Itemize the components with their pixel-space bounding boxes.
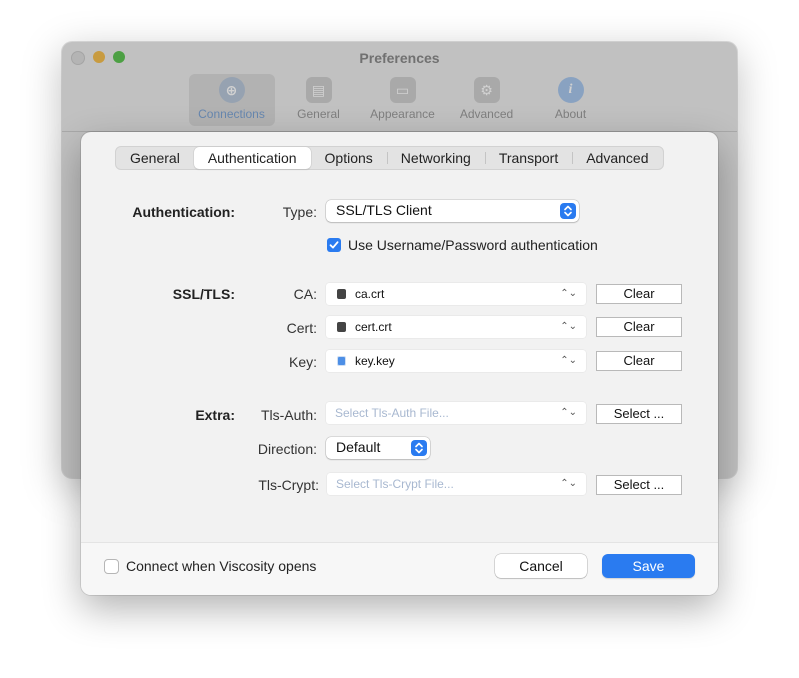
authentication-section-label: Authentication: <box>132 204 235 220</box>
certificate-file-icon <box>337 322 346 332</box>
direction-select[interactable]: Default <box>326 437 430 459</box>
tls-auth-label: Tls-Auth: <box>260 407 317 423</box>
cert-label: Cert: <box>286 320 317 336</box>
tls-auth-select-button[interactable]: Select ... <box>596 404 682 424</box>
tab-bar: General Authentication Options Networkin… <box>115 146 664 170</box>
popup-arrows-icon <box>560 203 576 219</box>
direction-value: Default <box>336 439 381 455</box>
updown-arrows-icon: ⌃⌄ <box>560 321 577 332</box>
sheet-footer: Connect when Viscosity opens Cancel Save <box>81 542 718 595</box>
ca-clear-button[interactable]: Clear <box>596 284 682 304</box>
updown-arrows-icon: ⌃⌄ <box>560 407 577 418</box>
connect-on-open-checkbox[interactable] <box>104 559 119 574</box>
authentication-type-select[interactable]: SSL/TLS Client <box>326 200 579 222</box>
cert-clear-button[interactable]: Clear <box>596 317 682 337</box>
tls-auth-placeholder: Select Tls-Auth File... <box>335 406 449 420</box>
tls-crypt-select-button[interactable]: Select ... <box>596 475 682 495</box>
extra-section-label: Extra: <box>195 407 235 423</box>
ca-file-select[interactable]: ca.crt ⌃⌄ <box>326 283 586 305</box>
certificate-file-icon <box>337 289 346 299</box>
tab-general[interactable]: General <box>116 147 194 169</box>
updown-arrows-icon: ⌃⌄ <box>560 478 577 489</box>
tls-auth-file-select[interactable]: Select Tls-Auth File... ⌃⌄ <box>326 402 586 424</box>
cert-file-name: cert.crt <box>355 320 392 334</box>
key-file-select[interactable]: key.key ⌃⌄ <box>326 350 586 372</box>
cert-file-select[interactable]: cert.crt ⌃⌄ <box>326 316 586 338</box>
tls-crypt-label: Tls-Crypt: <box>258 477 319 493</box>
tab-networking[interactable]: Networking <box>386 147 485 169</box>
tab-advanced[interactable]: Advanced <box>572 147 662 169</box>
tab-authentication[interactable]: Authentication <box>193 147 311 169</box>
key-file-name: key.key <box>355 354 395 368</box>
connection-editor-sheet: General Authentication Options Networkin… <box>81 132 718 595</box>
ca-file-name: ca.crt <box>355 287 385 301</box>
authentication-type-value: SSL/TLS Client <box>336 202 432 218</box>
tls-crypt-placeholder: Select Tls-Crypt File... <box>336 477 454 491</box>
type-label: Type: <box>282 204 317 220</box>
popup-arrows-icon <box>411 440 427 456</box>
key-file-icon <box>337 356 346 366</box>
use-password-checkbox[interactable] <box>327 238 341 252</box>
save-button[interactable]: Save <box>602 554 695 578</box>
direction-label: Direction: <box>257 441 317 457</box>
key-clear-button[interactable]: Clear <box>596 351 682 371</box>
connect-on-open-label[interactable]: Connect when Viscosity opens <box>126 556 316 576</box>
updown-arrows-icon: ⌃⌄ <box>560 288 577 299</box>
tab-transport[interactable]: Transport <box>484 147 572 169</box>
ca-label: CA: <box>293 286 317 302</box>
key-label: Key: <box>288 354 317 370</box>
tls-crypt-file-select[interactable]: Select Tls-Crypt File... ⌃⌄ <box>327 473 586 495</box>
ssl-section-label: SSL/TLS: <box>172 286 235 302</box>
use-password-label[interactable]: Use Username/Password authentication <box>348 235 598 255</box>
tab-options[interactable]: Options <box>311 147 387 169</box>
updown-arrows-icon: ⌃⌄ <box>560 355 577 366</box>
checkmark-icon <box>329 241 339 249</box>
cancel-button[interactable]: Cancel <box>495 554 587 578</box>
